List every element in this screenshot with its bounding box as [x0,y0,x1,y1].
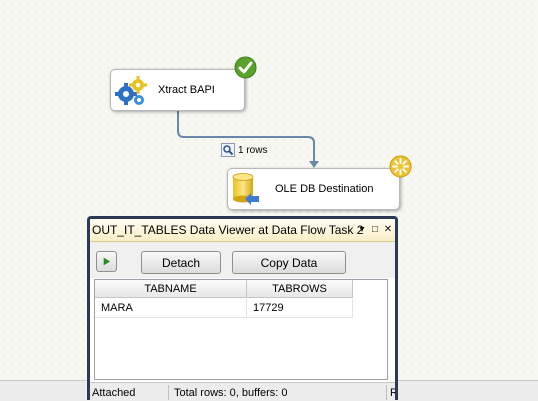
detach-button[interactable]: Detach [141,251,221,274]
data-viewer-window[interactable]: OUT_IT_TABLES Data Viewer at Data Flow T… [87,216,398,400]
xtract-bapi-label: Xtract BAPI [158,84,215,96]
rows-count-label: 1 rows [238,144,268,156]
ole-db-destination-label: OLE DB Destination [275,183,374,195]
status-divider [168,385,169,400]
gears-icon [114,74,148,108]
xtract-bapi-node[interactable]: Xtract BAPI [110,69,245,111]
data-grid[interactable]: TABNAME TABROWS MARA 17729 [94,279,388,380]
database-cylinder-icon [231,171,261,207]
maximize-button[interactable]: □ [369,223,381,236]
continue-button[interactable] [96,251,117,272]
attach-status: Attached [92,387,136,399]
table-cell[interactable]: 17729 [247,299,353,318]
ole-db-destination-node[interactable]: OLE DB Destination [227,168,400,210]
data-viewer-titlebar[interactable]: OUT_IT_TABLES Data Viewer at Data Flow T… [90,219,395,242]
data-viewer-statusbar: Attached Total rows: 0, buffers: 0 R [90,382,395,400]
status-right-text: R [390,387,398,399]
column-header-tabrows[interactable]: TABROWS [247,280,353,298]
data-viewer-toolbar: Detach Copy Data [90,242,395,278]
column-header-tabname[interactable]: TABNAME [95,280,247,298]
row-buffer-totals: Total rows: 0, buffers: 0 [174,387,288,399]
close-button[interactable]: ✕ [382,223,394,236]
path-rows-indicator[interactable]: 1 rows [221,142,267,158]
success-check-icon [234,56,257,79]
status-divider [386,385,387,400]
play-icon [103,257,110,266]
in-progress-icon [389,155,412,178]
copy-data-button[interactable]: Copy Data [232,251,346,274]
window-menu-button[interactable]: ▾ [356,223,368,236]
table-cell[interactable]: MARA [95,299,247,318]
data-viewer-title: OUT_IT_TABLES Data Viewer at Data Flow T… [92,223,364,237]
data-viewer-magnifier-icon[interactable] [221,143,235,157]
